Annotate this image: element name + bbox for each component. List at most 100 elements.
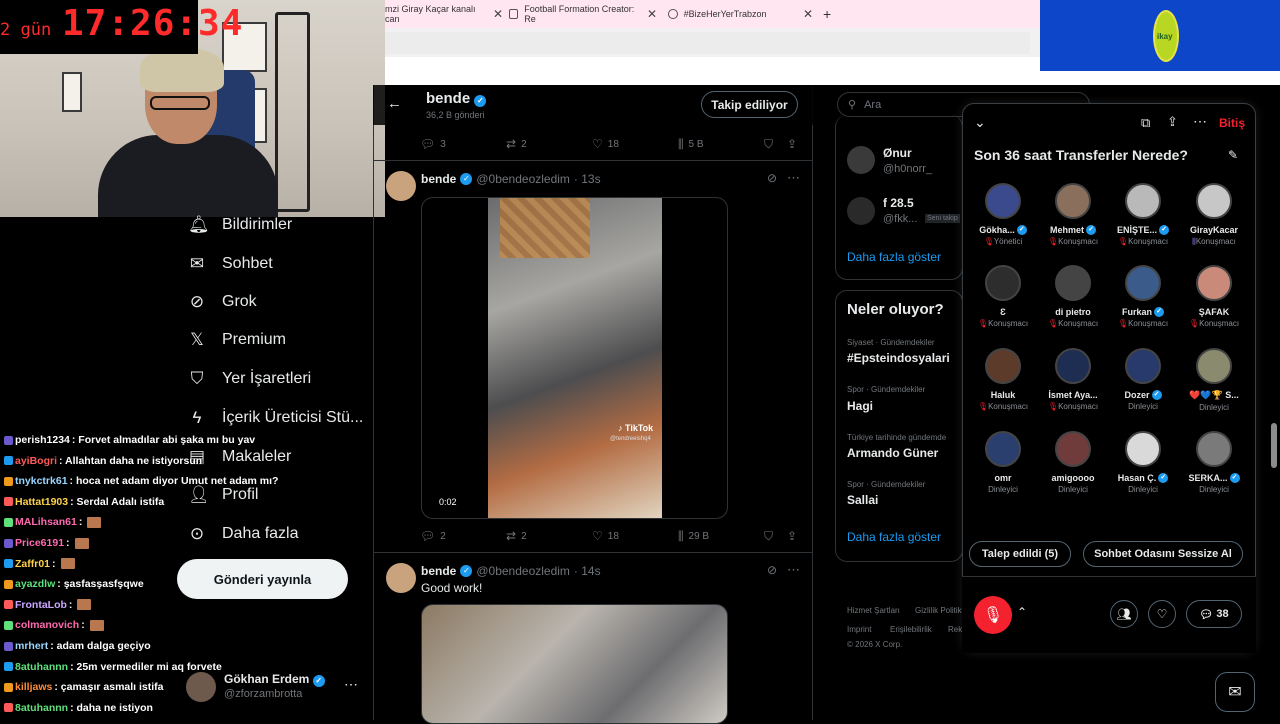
reply-button[interactable]: 💬︎ 3: [420, 137, 446, 151]
account-switcher[interactable]: Gökhan Erdem ✓ @zforzambrotta ⋯: [186, 672, 361, 706]
speaker-tile[interactable]: ENİŞTE... ✓ 🎙︎Konuşmacı: [1111, 183, 1175, 246]
tweet-author[interactable]: bende: [421, 172, 456, 186]
avatar[interactable]: [847, 197, 875, 225]
speaker-tile[interactable]: amigoooo Dinleyici: [1041, 431, 1105, 494]
speaker-tile[interactable]: Gökha... ✓ 🎙︎Yönetici: [971, 183, 1035, 246]
speaker-tile[interactable]: Ɛ 🎙︎Konuşmacı: [971, 265, 1035, 328]
close-tab-icon[interactable]: ✕: [647, 7, 657, 21]
nav-notifications[interactable]: 🔔︎ Bildirimler: [188, 216, 292, 234]
repost-button[interactable]: ⇄ 2: [506, 529, 527, 543]
nav-bookmarks[interactable]: ⛉ Yer İşaretleri: [188, 370, 312, 388]
following-button[interactable]: Takip ediliyor: [701, 91, 798, 118]
views-button[interactable]: ⫼ 5 B: [678, 137, 704, 152]
scrollbar[interactable]: [1271, 423, 1277, 468]
avatar: [1196, 431, 1232, 467]
video-player[interactable]: ♪ TikTok @tendreeishq4 0:02: [421, 197, 728, 519]
close-tab-icon[interactable]: ✕: [493, 7, 503, 21]
footer-link[interactable]: Imprint: [847, 625, 871, 634]
share-button[interactable]: ⇪: [787, 137, 797, 151]
trend-item[interactable]: Armando Güner: [847, 446, 938, 460]
speaker-tile[interactable]: İsmet Aya... 🎙︎Konuşmacı: [1041, 348, 1105, 411]
mute-room-button[interactable]: Sohbet Odasını Sessize Al: [1083, 541, 1243, 567]
trend-item[interactable]: #Epsteindosyalari: [847, 351, 950, 365]
nav-premium[interactable]: 𝕏 Premium: [188, 331, 286, 349]
more-icon[interactable]: ⋯: [344, 676, 358, 693]
messages-drawer-button[interactable]: ✉: [1215, 672, 1255, 712]
avatar[interactable]: [386, 171, 416, 201]
more-icon[interactable]: ⋯: [1193, 113, 1207, 130]
suggestion-name[interactable]: f 28.5: [883, 196, 914, 210]
browser-tab[interactable]: mzi Giray Kaçar kanalı can ✕: [385, 0, 503, 28]
speaker-tile[interactable]: Dozer ✓ Dinleyici: [1111, 348, 1175, 411]
share-button[interactable]: ⇪: [787, 529, 797, 543]
bookmark-button[interactable]: ⛉: [764, 137, 773, 152]
repost-button[interactable]: ⇄ 2: [506, 137, 527, 151]
end-space-button[interactable]: Bitiş: [1219, 116, 1245, 130]
speaker-tile[interactable]: Mehmet ✓ 🎙︎Konuşmacı: [1041, 183, 1105, 246]
speaker-tile[interactable]: SERKA... ✓ Dinleyici: [1182, 431, 1246, 494]
minimize-icon[interactable]: ⧉: [1141, 115, 1150, 131]
chevron-up-icon[interactable]: ⌃: [1017, 605, 1027, 619]
request-button[interactable]: Talep edildi (5): [969, 541, 1071, 567]
tab-label: #BizeHerYerTrabzon: [683, 9, 767, 19]
comments-button[interactable]: 💬︎ 38: [1186, 600, 1242, 628]
speaker-tile[interactable]: GirayKacar ⫼Konuşmacı: [1182, 183, 1246, 247]
grok-icon[interactable]: ⊘: [767, 563, 777, 577]
reaction-heart-icon[interactable]: ♡: [1148, 600, 1176, 628]
post-button[interactable]: Gönderi yayınla: [177, 559, 348, 599]
chat-message: Price6191:: [4, 537, 89, 549]
grok-icon[interactable]: ⊘: [767, 171, 777, 185]
nav-creator-studio[interactable]: ϟ İçerik Üreticisi Stü...: [188, 409, 364, 427]
tweet-media[interactable]: [421, 604, 728, 724]
reply-button[interactable]: 💬︎ 2: [420, 529, 446, 543]
new-tab-button[interactable]: +: [823, 0, 831, 28]
nav-articles[interactable]: ▤ Makaleler: [188, 448, 291, 466]
close-tab-icon[interactable]: ✕: [803, 7, 813, 21]
people-icon[interactable]: 👥︎: [1110, 600, 1138, 628]
trend-item[interactable]: Hagi: [847, 399, 873, 413]
speaker-tile[interactable]: Furkan ✓ 🎙︎Konuşmacı: [1111, 265, 1175, 328]
show-more-link[interactable]: Daha fazla göster: [847, 250, 941, 264]
speaker-tile[interactable]: Hasan Ç. ✓ Dinleyici: [1111, 431, 1175, 494]
footer-link[interactable]: Rek: [948, 625, 962, 634]
speaker-tile[interactable]: omr Dinleyici: [971, 431, 1035, 494]
footer-link[interactable]: Gizlilik Politik: [915, 606, 962, 615]
avatar[interactable]: [847, 146, 875, 174]
browser-tab[interactable]: #BizeHerYerTrabzon ✕: [668, 0, 813, 28]
address-bar[interactable]: [385, 28, 1040, 57]
tweet-author[interactable]: bende: [421, 564, 456, 578]
nav-profile[interactable]: 👤︎ Profil: [188, 486, 258, 504]
suggestion-name[interactable]: Ønur: [883, 146, 912, 160]
more-icon[interactable]: ⋯: [787, 170, 800, 186]
speaker-tile[interactable]: di pietro 🎙︎Konuşmacı: [1041, 265, 1105, 328]
nav-chat[interactable]: ✉ Sohbet: [188, 255, 273, 273]
like-button[interactable]: ♡ 18: [592, 137, 619, 151]
back-arrow-icon[interactable]: ←: [387, 95, 402, 112]
more-icon[interactable]: ⋯: [787, 562, 800, 578]
trend-item[interactable]: Sallai: [847, 493, 878, 507]
avatar[interactable]: [386, 563, 416, 593]
speaker-tile[interactable]: ŞAFAK 🎙︎Konuşmacı: [1182, 265, 1246, 328]
profile-header: ← bende ✓ 36,2 B gönderi Takip ediliyor: [373, 85, 813, 125]
speaker-tile[interactable]: ❤️💙🏆 S... Dinleyici: [1182, 348, 1246, 412]
nav-more[interactable]: ⊙ Daha fazla: [188, 525, 299, 543]
collapse-chevron-icon[interactable]: ⌄: [974, 114, 986, 131]
views-button[interactable]: ⫼ 29 B: [678, 529, 709, 544]
browser-tab[interactable]: Football Formation Creator: Re ✕: [509, 0, 657, 28]
mic-off-icon[interactable]: 🎙︎: [974, 596, 1012, 634]
edit-icon[interactable]: ✎: [1228, 148, 1238, 162]
share-icon[interactable]: ⇪: [1167, 114, 1178, 130]
tweet-time[interactable]: · 14s: [574, 564, 601, 578]
speaker-name: di pietro: [1041, 307, 1105, 317]
footer-link[interactable]: Erişilebilirlik: [890, 625, 932, 634]
nav-grok[interactable]: ⊘ Grok: [188, 293, 257, 311]
tweet-handle[interactable]: @0bendeozledim: [476, 172, 570, 186]
verified-icon: ✓: [460, 173, 473, 185]
speaker-tile[interactable]: Haluk 🎙︎Konuşmacı: [971, 348, 1035, 411]
tweet-time[interactable]: · 13s: [574, 172, 601, 186]
bookmark-button[interactable]: ⛉: [764, 529, 773, 544]
trends-show-more-link[interactable]: Daha fazla göster: [847, 530, 941, 544]
footer-link[interactable]: Hizmet Şartları: [847, 606, 900, 615]
like-button[interactable]: ♡ 18: [592, 529, 619, 543]
tweet-handle[interactable]: @0bendeozledim: [476, 564, 570, 578]
